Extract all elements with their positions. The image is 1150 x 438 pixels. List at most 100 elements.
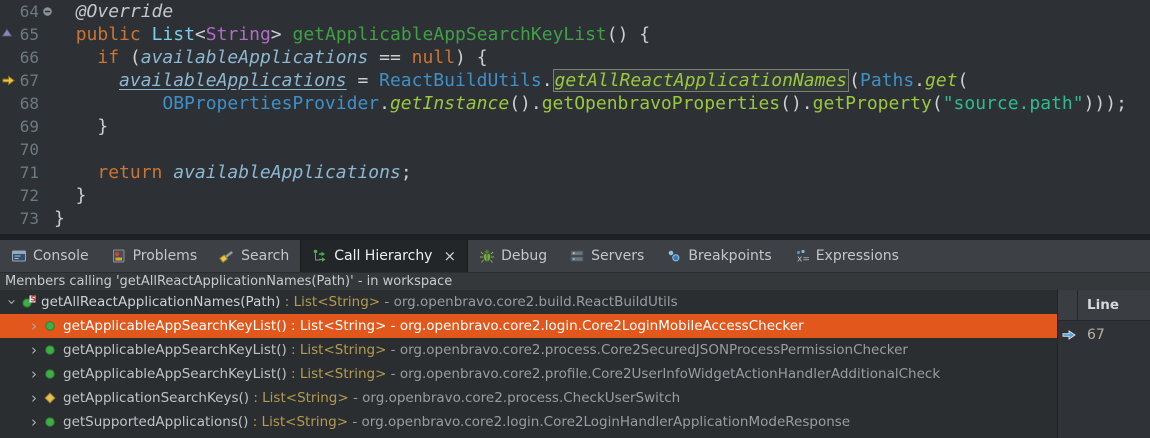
code-line: 67 availableApplications = ReactBuildUti…	[0, 69, 1150, 92]
line-number: 70	[13, 138, 39, 161]
member-return-type: : List<String>	[248, 414, 348, 430]
console-icon	[11, 248, 27, 264]
member-declaring-class: - org.openbravo.core2.login.Core2LoginHa…	[348, 414, 850, 430]
problems-icon	[111, 248, 127, 264]
tab-console[interactable]: Console	[0, 240, 100, 272]
call-hierarchy-row[interactable]: ›SgetAllReactApplicationNames(Path) : Li…	[0, 290, 1150, 314]
editor-margin	[0, 92, 13, 115]
editor-margin	[0, 161, 13, 184]
code-line: 73}	[0, 207, 1150, 230]
call-hierarchy-row[interactable]: › getSupportedApplications() : List<Strin…	[0, 410, 1150, 434]
tab-breakpoints[interactable]: Breakpoints	[655, 240, 782, 272]
editor-margin	[0, 115, 13, 138]
line-number: 73	[13, 207, 39, 230]
editor-margin	[0, 23, 13, 46]
member-name: getSupportedApplications()	[63, 414, 248, 430]
member-declaring-class: - org.openbravo.core2.build.ReactBuildUt…	[380, 294, 678, 310]
expressions-icon: x=	[794, 248, 810, 264]
line-number-row: 67	[1058, 323, 1150, 347]
editor-margin	[0, 207, 13, 230]
line-number: 69	[13, 115, 39, 138]
protected-method-icon	[42, 390, 58, 406]
editor-margin	[0, 46, 13, 69]
tab-problems[interactable]: Problems	[100, 240, 209, 272]
member-return-type: : List<String>	[287, 342, 387, 358]
fold-margin	[39, 46, 54, 69]
editor-margin	[0, 184, 13, 207]
code-line-text: @Override	[54, 0, 1150, 23]
chevron-right-icon[interactable]: ›	[26, 410, 42, 434]
fold-margin	[39, 69, 54, 92]
member-name: getApplicableAppSearchKeyList()	[63, 342, 287, 358]
tab-expressions[interactable]: x= Expressions	[783, 240, 910, 272]
line-number: 72	[13, 184, 39, 207]
member-name: getApplicableAppSearchKeyList()	[63, 318, 287, 334]
chevron-down-icon[interactable]: ›	[0, 294, 24, 310]
tab-label: Debug	[501, 248, 547, 264]
public-method-icon	[42, 366, 58, 382]
chevron-right-icon[interactable]: ›	[26, 314, 42, 338]
code-line: 71 return availableApplications;	[0, 161, 1150, 184]
search-icon	[219, 248, 235, 264]
member-name: getApplicationSearchKeys()	[63, 390, 249, 406]
tab-search[interactable]: Search	[208, 240, 300, 272]
public-method-icon	[42, 342, 58, 358]
tab-label: Console	[33, 248, 89, 264]
public-method-icon	[42, 414, 58, 430]
code-line-text: }	[54, 207, 1150, 230]
code-line-text: availableApplications = ReactBuildUtils.…	[54, 69, 1150, 92]
editor-margin	[0, 69, 13, 92]
code-line: 70	[0, 138, 1150, 161]
call-hierarchy-row[interactable]: › getApplicableAppSearchKeyList() : List<…	[0, 338, 1150, 362]
chevron-right-icon[interactable]: ›	[26, 338, 42, 362]
code-line: 66 if (availableApplications == null) {	[0, 46, 1150, 69]
debug-icon	[479, 248, 495, 264]
call-hierarchy-row[interactable]: › getApplicationSearchKeys() : List<Strin…	[0, 386, 1150, 410]
breakpoints-icon	[666, 248, 682, 264]
call-hierarchy-icon	[312, 248, 328, 264]
fold-margin	[39, 0, 54, 23]
tab-label: Search	[241, 248, 289, 264]
fold-margin	[39, 92, 54, 115]
fold-margin	[39, 138, 54, 161]
bottom-panel-tab-bar: Console Problems Search Call Hierarchy× Debu…	[0, 240, 1150, 273]
tab-servers[interactable]: Servers	[558, 240, 655, 272]
line-column-header[interactable]: Line	[1058, 290, 1150, 321]
code-line: 65 public List<String> getApplicableAppS…	[0, 23, 1150, 46]
fold-margin	[39, 184, 54, 207]
member-declaring-class: - org.openbravo.core2.login.Core2LoginMo…	[386, 318, 803, 334]
code-line-text: OBPropertiesProvider.getInstance().getOp…	[54, 92, 1150, 115]
line-number: 67	[13, 69, 39, 92]
line-column: Line 67	[1057, 290, 1150, 438]
tab-label: Expressions	[816, 248, 899, 264]
call-hierarchy-row[interactable]: ›getApplicableAppSearchKeyList() : List<…	[0, 362, 1150, 386]
fold-margin	[39, 161, 54, 184]
member-name: getApplicableAppSearchKeyList()	[63, 366, 287, 382]
tab-label: Servers	[591, 248, 644, 264]
line-number: 66	[13, 46, 39, 69]
code-line: 64 @Override	[0, 0, 1150, 23]
editor-margin	[0, 138, 13, 161]
servers-icon	[569, 248, 585, 264]
tab-call-hierarchy[interactable]: Call Hierarchy×	[300, 240, 468, 272]
code-line: 69 }	[0, 115, 1150, 138]
line-column-corner	[1058, 290, 1078, 320]
code-line-text: if (availableApplications == null) {	[54, 46, 1150, 69]
tab-label: Problems	[133, 248, 198, 264]
member-return-type: : List<String>	[249, 390, 349, 406]
code-editor[interactable]: 64 @Override65 public List<String> getAp…	[0, 0, 1150, 234]
member-return-type: : List<String>	[287, 318, 387, 334]
chevron-right-icon[interactable]: ›	[26, 362, 42, 386]
chevron-right-icon[interactable]: ›	[26, 386, 42, 410]
member-name: getAllReactApplicationNames(Path)	[41, 294, 280, 310]
call-hierarchy-row[interactable]: › getApplicableAppSearchKeyList() : List<…	[0, 314, 1150, 338]
code-line-text: public List<String> getApplicableAppSear…	[54, 23, 1150, 46]
tab-debug[interactable]: Debug	[468, 240, 558, 272]
fold-margin	[39, 207, 54, 230]
line-number: 68	[13, 92, 39, 115]
fold-margin	[39, 115, 54, 138]
code-line-text: return availableApplications;	[54, 161, 1150, 184]
code-line-text: }	[54, 184, 1150, 207]
close-tab-icon[interactable]: ×	[443, 247, 456, 265]
line-number: 64	[13, 0, 39, 23]
